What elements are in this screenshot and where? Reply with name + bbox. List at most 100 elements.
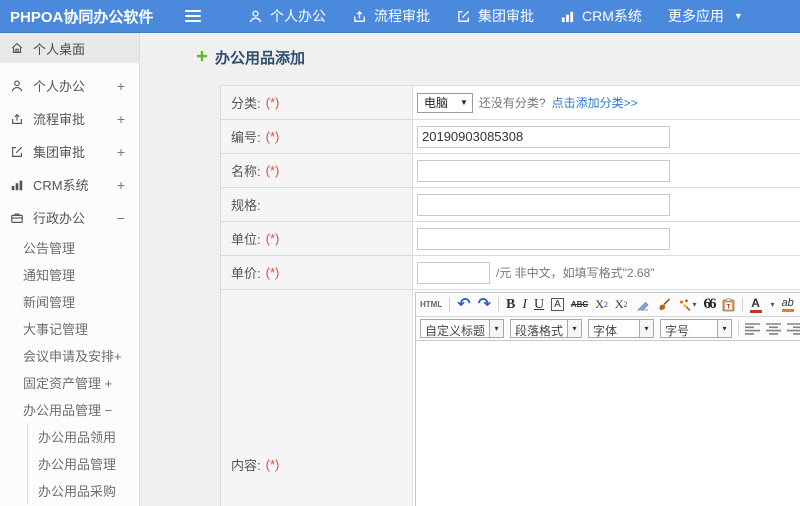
- sidebar-item-label: 流程审批: [33, 112, 86, 127]
- sidebar-item-announcement-mgmt[interactable]: 公告管理: [0, 234, 139, 261]
- format-brush-icon[interactable]: [657, 298, 671, 311]
- select-arrow-icon: ▾: [639, 320, 654, 337]
- required-mark: (*): [265, 265, 280, 280]
- italic-button[interactable]: I: [522, 297, 527, 313]
- font-family-select[interactable]: 字体 ▾: [588, 319, 655, 338]
- required-mark: (*): [265, 129, 280, 144]
- auto-typeset-icon[interactable]: ▾: [678, 298, 697, 311]
- sidebar-item-label: 公告管理: [23, 241, 76, 256]
- sidebar-item-fixed-assets-mgmt[interactable]: 固定资产管理 +: [0, 369, 139, 396]
- category-select[interactable]: 电脑 ▼: [417, 92, 473, 113]
- topnav-label: 个人办公: [270, 8, 326, 24]
- select-arrow-icon: ▾: [717, 320, 732, 337]
- sidebar-item-supplies-manage[interactable]: 办公用品管理: [28, 450, 139, 477]
- edit-square-icon: [10, 145, 25, 159]
- sidebar-item-meeting-request[interactable]: 会议申请及安排+: [0, 342, 139, 369]
- topnav-workflow-approval[interactable]: 流程审批: [339, 6, 443, 26]
- form-row-name: 名称: (*): [221, 154, 800, 188]
- app-window: PHPOA协同办公软件 个人办公 流程审批 集团审批 CRM系统 更多应用 ▼ …: [0, 0, 800, 506]
- topbar: PHPOA协同办公软件 个人办公 流程审批 集团审批 CRM系统 更多应用 ▼: [0, 0, 800, 33]
- sidebar: 个人桌面 个人办公 + 流程审批 + 集团审批 + CRM系统 + 行政办公 −…: [0, 33, 140, 506]
- sidebar-item-label: 固定资产管理 +: [23, 376, 113, 391]
- topnav-more-apps[interactable]: 更多应用 ▼: [655, 6, 756, 26]
- flow-icon: [10, 112, 25, 126]
- sidebar-item-workflow-approval[interactable]: 流程审批 +: [0, 102, 139, 135]
- custom-title-select[interactable]: 自定义标题 ▾: [420, 319, 505, 338]
- unit-input[interactable]: [417, 227, 670, 250]
- form-row-content: 内容: (*) HTML ↶ ↷ B I U A ABC X 2 X 2 ▾ 6…: [221, 290, 800, 506]
- category-note: 还没有分类?: [478, 96, 546, 110]
- sidebar-item-news-mgmt[interactable]: 新闻管理: [0, 288, 139, 315]
- add-plus-icon: [195, 49, 209, 66]
- sidebar-item-label: 行政办公: [33, 211, 86, 226]
- sidebar-sub-group: 公告管理 通知管理 新闻管理 大事记管理 会议申请及安排+ 固定资产管理 + 办…: [0, 234, 139, 423]
- topnav-personal-office[interactable]: 个人办公: [235, 6, 339, 26]
- font-color-button[interactable]: A: [749, 297, 762, 313]
- name-input[interactable]: [417, 159, 670, 182]
- form-row-unit: 单位: (*): [221, 222, 800, 256]
- sidebar-item-office-supplies-mgmt-group[interactable]: 办公用品管理 −: [0, 396, 139, 423]
- align-center-icon[interactable]: [766, 322, 782, 335]
- sidebar-item-label: 通知管理: [23, 268, 76, 283]
- person-icon: [248, 9, 263, 24]
- subscript-button[interactable]: X2: [615, 297, 628, 312]
- sidebar-item-label: 办公用品管理: [38, 457, 117, 472]
- main-content: 办公用品添加 分类: (*) 电脑 ▼ 还没有分类? 点击添加分类>> 编号: …: [140, 33, 800, 506]
- undo-icon[interactable]: ↶: [457, 296, 470, 313]
- sidebar-item-notice-mgmt[interactable]: 通知管理: [0, 261, 139, 288]
- expand-plus[interactable]: +: [117, 177, 125, 193]
- align-right-icon[interactable]: [787, 322, 800, 335]
- required-mark: (*): [265, 231, 280, 246]
- topnav-group-approval[interactable]: 集团审批: [443, 6, 547, 26]
- font-border-button[interactable]: A: [551, 298, 564, 311]
- superscript-button[interactable]: X2: [595, 297, 608, 312]
- underline-button[interactable]: U: [534, 297, 544, 313]
- price-label: 单价:: [231, 266, 261, 281]
- topnav-crm-system[interactable]: CRM系统: [547, 6, 655, 26]
- bold-button[interactable]: B: [506, 297, 515, 313]
- expand-minus[interactable]: −: [117, 210, 125, 226]
- expand-plus[interactable]: +: [117, 111, 125, 127]
- blockquote-button[interactable]: 66: [704, 296, 717, 313]
- sidebar-item-label: 办公用品领用: [38, 430, 117, 445]
- eraser-icon[interactable]: [635, 299, 650, 311]
- topnav-label: CRM系统: [582, 8, 642, 24]
- sidebar-item-admin-office[interactable]: 行政办公 −: [0, 201, 139, 234]
- sidebar-item-label: 会议申请及安排+: [23, 349, 122, 364]
- sidebar-item-label: 个人办公: [33, 79, 86, 94]
- spec-input[interactable]: [417, 193, 670, 216]
- redo-icon[interactable]: ↷: [478, 296, 491, 313]
- expand-plus[interactable]: +: [117, 78, 125, 94]
- code-input[interactable]: [417, 125, 670, 148]
- sidebar-item-crm-system[interactable]: CRM系统 +: [0, 168, 139, 201]
- page-title-text: 办公用品添加: [215, 49, 306, 67]
- add-category-link[interactable]: 点击添加分类>>: [552, 94, 638, 111]
- sidebar-item-supplies-receive[interactable]: 办公用品领用: [28, 423, 139, 450]
- price-input[interactable]: [417, 261, 490, 284]
- paste-text-icon[interactable]: T: [722, 297, 735, 312]
- strikethrough-button[interactable]: ABC: [571, 300, 588, 309]
- top-navigation: 个人办公 流程审批 集团审批 CRM系统 更多应用 ▼: [235, 6, 756, 26]
- topnav-label: 流程审批: [374, 8, 430, 24]
- sidebar-item-label: 办公用品管理 −: [23, 403, 113, 418]
- sidebar-item-supplies-purchase[interactable]: 办公用品采购: [28, 477, 139, 504]
- sidebar-item-label: 大事记管理: [23, 322, 89, 337]
- sidebar-item-memorabilia-mgmt[interactable]: 大事记管理: [0, 315, 139, 342]
- caret-down-icon: ▼: [733, 11, 743, 21]
- category-label: 分类:: [231, 96, 261, 111]
- sidebar-item-personal-desktop[interactable]: 个人桌面: [0, 33, 139, 63]
- highlight-color-button[interactable]: ab: [781, 297, 794, 313]
- paragraph-format-select[interactable]: 段落格式 ▾: [510, 319, 583, 338]
- unit-label: 单位:: [231, 232, 261, 247]
- editor-content-area[interactable]: [416, 341, 800, 506]
- source-code-button[interactable]: HTML: [420, 300, 442, 309]
- bar-chart-icon: [560, 9, 575, 24]
- font-size-select[interactable]: 字号 ▾: [660, 319, 733, 338]
- required-mark: (*): [265, 163, 280, 178]
- sidebar-main-group: 个人办公 + 流程审批 + 集团审批 + CRM系统 + 行政办公 −: [0, 69, 139, 234]
- sidebar-item-group-approval[interactable]: 集团审批 +: [0, 135, 139, 168]
- sidebar-item-personal-office[interactable]: 个人办公 +: [0, 69, 139, 102]
- align-left-icon[interactable]: [745, 322, 761, 335]
- expand-plus[interactable]: +: [117, 144, 125, 160]
- menu-icon[interactable]: [183, 6, 209, 26]
